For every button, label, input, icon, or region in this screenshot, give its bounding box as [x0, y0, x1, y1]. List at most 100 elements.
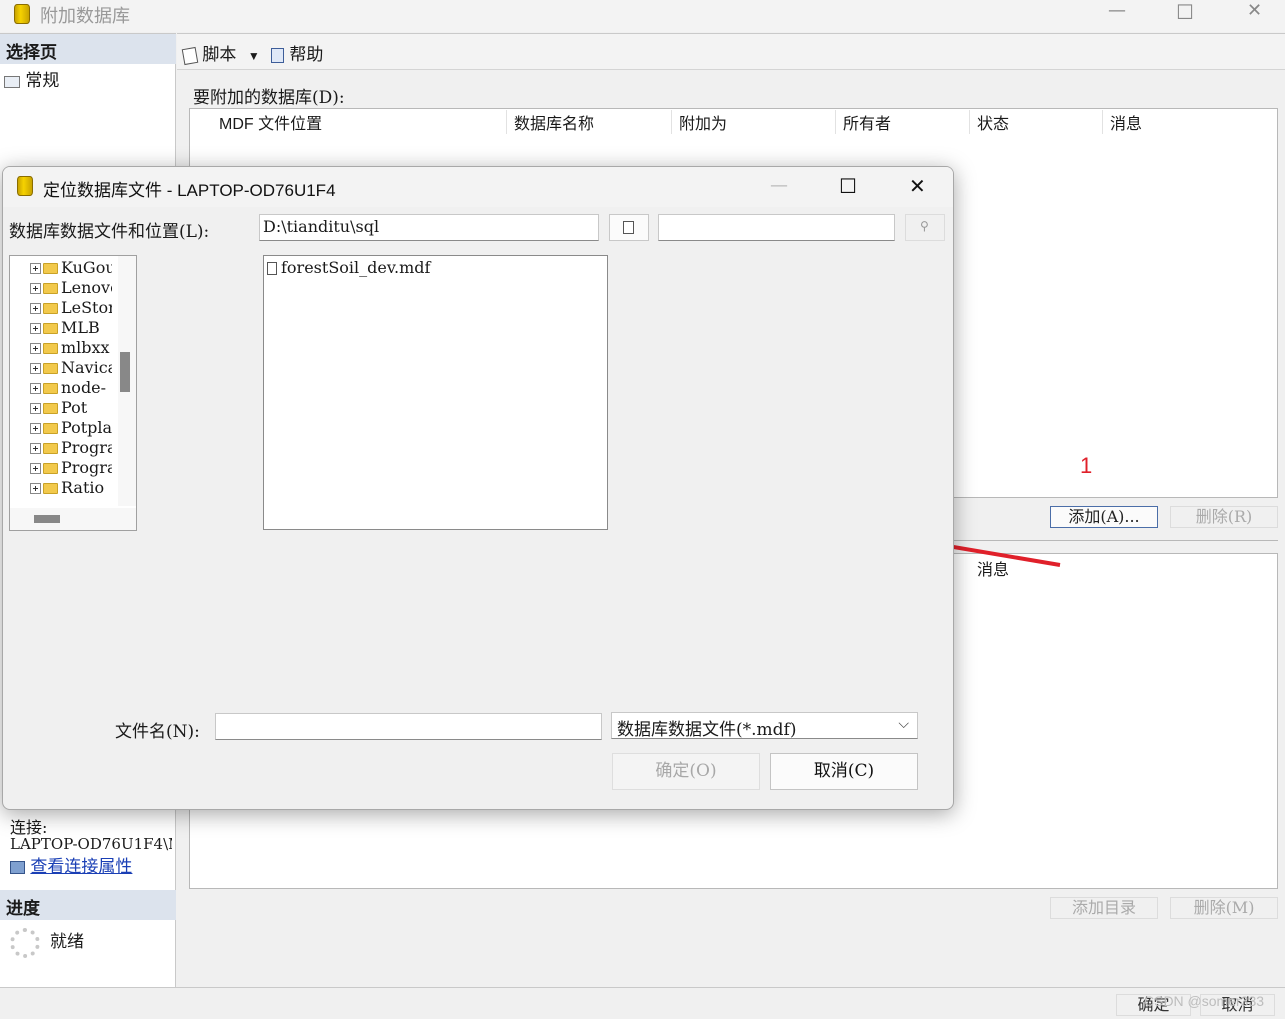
script-icon — [181, 46, 199, 65]
view-connection-label[interactable]: 查看连接属性 — [30, 857, 132, 877]
locate-database-dialog: 定位数据库文件 - LAPTOP-OD76U1F4 — ☐ ✕ 数据库数据文件和… — [2, 166, 954, 810]
window-title: 附加数据库 — [40, 6, 130, 26]
close-button[interactable]: ✕ — [1247, 0, 1262, 21]
search-button[interactable]: ⚲ — [905, 214, 945, 241]
vertical-scrollbar[interactable] — [118, 256, 136, 506]
scrollbar-thumb[interactable] — [120, 352, 130, 392]
page-item-label: 常规 — [25, 71, 60, 91]
tree-item[interactable]: Pot — [30, 398, 112, 418]
folder-icon — [43, 383, 58, 394]
status-bar — [0, 987, 1285, 1019]
tree-item[interactable]: KuGou — [30, 258, 112, 278]
column-divider — [835, 110, 836, 134]
chevron-down-icon[interactable]: ⌵ — [898, 715, 909, 732]
minimize-button[interactable]: — — [1108, 0, 1126, 21]
tree-item[interactable]: MLB — [30, 318, 112, 338]
tree-item[interactable]: node- — [30, 378, 112, 398]
tree-item[interactable]: Ratio — [30, 478, 112, 498]
page-item-general[interactable]: 常规 — [4, 66, 59, 91]
search-icon: ⚲ — [920, 219, 929, 233]
folder-icon — [43, 443, 58, 454]
expand-icon[interactable] — [30, 263, 41, 274]
script-button[interactable]: 脚本 ▼ — [181, 40, 260, 65]
path-field[interactable]: D:\tianditu\sql — [259, 214, 599, 241]
filetype-select[interactable]: 数据库数据文件(*.mdf) ⌵ — [611, 712, 918, 740]
remove-database-button[interactable]: 删除(R) — [1170, 506, 1278, 528]
column-header[interactable]: 所有者 — [843, 110, 891, 134]
folder-icon — [43, 303, 58, 314]
dialog-titlebar: 定位数据库文件 - LAPTOP-OD76U1F4 — ☐ ✕ — [3, 167, 953, 207]
search-input[interactable] — [658, 214, 895, 241]
expand-icon[interactable] — [30, 363, 41, 374]
folder-icon — [43, 263, 58, 274]
maximize-button[interactable]: ☐ — [1176, 0, 1194, 24]
refresh-button[interactable] — [609, 214, 649, 241]
add-catalog-button[interactable]: 添加目录 — [1050, 897, 1158, 919]
column-header[interactable]: 附加为 — [679, 110, 727, 134]
expand-icon[interactable] — [30, 383, 41, 394]
expand-icon[interactable] — [30, 283, 41, 294]
dialog-ok-button[interactable]: 确定(O) — [612, 753, 760, 790]
database-icon — [17, 176, 33, 196]
file-list[interactable]: forestSoil_dev.mdf — [263, 255, 608, 530]
expand-icon[interactable] — [30, 443, 41, 454]
toolbar: 脚本 ▼ 帮助 — [177, 34, 1285, 70]
tree-item[interactable]: Program — [30, 438, 112, 458]
column-header[interactable]: 状态 — [977, 110, 1009, 134]
column-divider — [506, 110, 507, 134]
progress-spinner-icon — [10, 928, 40, 958]
help-icon — [271, 48, 284, 63]
column-divider — [671, 110, 672, 134]
progress-status: 就绪 — [50, 932, 84, 952]
remove-catalog-button[interactable]: 删除(M) — [1170, 897, 1278, 919]
folder-icon — [43, 483, 58, 494]
main-titlebar: 附加数据库 — ☐ ✕ — [0, 0, 1285, 32]
view-connection-link[interactable]: 查看连接属性 — [10, 852, 132, 877]
folder-icon — [43, 363, 58, 374]
tree-item[interactable]: Lenovo — [30, 278, 112, 298]
dialog-cancel-button[interactable]: 取消(C) — [770, 753, 918, 790]
databases-label: 要附加的数据库(D): — [193, 88, 345, 108]
expand-icon[interactable] — [30, 463, 41, 474]
close-button[interactable]: ✕ — [909, 174, 926, 198]
folder-icon — [43, 323, 58, 334]
folder-icon — [43, 423, 58, 434]
progress-header: 进度 — [0, 890, 176, 920]
annotation-marker-1: 1 — [1080, 453, 1093, 478]
expand-icon[interactable] — [30, 483, 41, 494]
maximize-button[interactable]: ☐ — [839, 174, 857, 198]
chevron-down-icon[interactable]: ▼ — [248, 49, 260, 63]
help-button[interactable]: 帮助 — [271, 40, 323, 65]
folder-icon — [43, 283, 58, 294]
folder-icon — [43, 343, 58, 354]
column-header[interactable]: 数据库名称 — [514, 110, 594, 134]
scrollbar-thumb[interactable] — [34, 515, 60, 523]
horizontal-scrollbar[interactable] — [10, 508, 136, 530]
script-label: 脚本 — [202, 45, 237, 65]
filename-label: 文件名(N): — [115, 722, 200, 742]
expand-icon[interactable] — [30, 303, 41, 314]
location-label: 数据库数据文件和位置(L): — [9, 222, 210, 242]
expand-icon[interactable] — [30, 343, 41, 354]
watermark: CSDN @somer333 — [1144, 993, 1265, 1009]
tree-item[interactable]: LeStore — [30, 298, 112, 318]
tree-item[interactable]: Navicat — [30, 358, 112, 378]
tree-item[interactable]: mlbxx — [30, 338, 112, 358]
minimize-button[interactable]: — — [770, 175, 788, 196]
folder-icon — [43, 463, 58, 474]
folder-tree[interactable]: KuGou Lenovo LeStore MLB mlbxx Navicat n… — [9, 255, 137, 531]
column-header[interactable]: MDF 文件位置 — [219, 110, 322, 134]
expand-icon[interactable] — [30, 323, 41, 334]
folder-icon — [43, 403, 58, 414]
file-item[interactable]: forestSoil_dev.mdf — [267, 258, 430, 277]
filename-field[interactable] — [215, 713, 602, 740]
expand-icon[interactable] — [30, 403, 41, 414]
filetype-value: 数据库数据文件(*.mdf) — [617, 720, 797, 740]
column-divider — [1102, 110, 1103, 134]
page-icon — [4, 75, 20, 88]
column-header[interactable]: 消息 — [1110, 110, 1142, 134]
expand-icon[interactable] — [30, 423, 41, 434]
tree-item[interactable]: Potplayer — [30, 418, 112, 438]
tree-item[interactable]: Program — [30, 458, 112, 478]
file-icon — [267, 262, 277, 275]
